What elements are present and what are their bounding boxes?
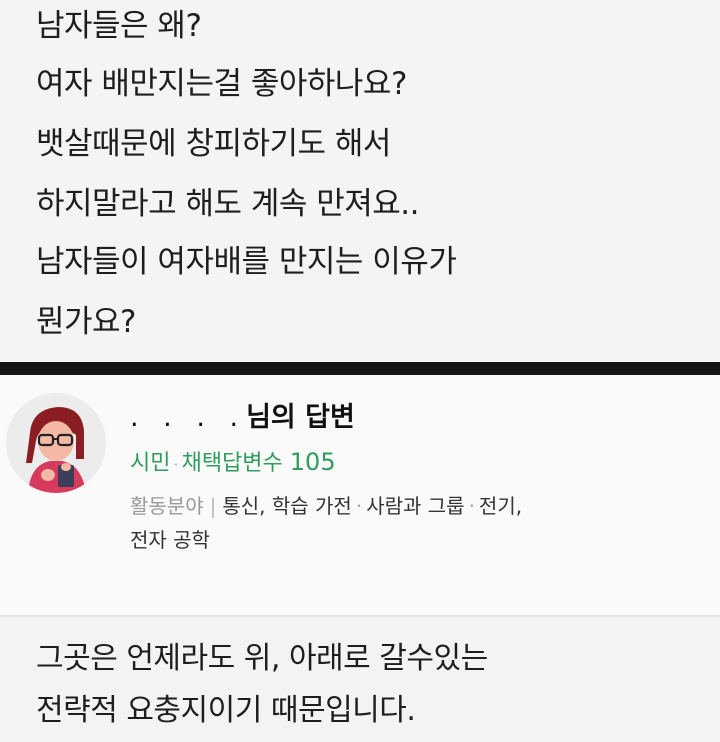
answer-section: 그곳은 언제라도 위, 아래로 갈수있는 전략적 요충지이기 때문입니다. [0, 615, 720, 742]
question-line: 뱃살때문에 창피하기도 해서 [36, 126, 391, 162]
question-line: 여자 배만지는걸 좋아하나요? [36, 66, 407, 102]
activity-fields-label: 활동분야 [130, 494, 204, 518]
adopted-label: 채택답변수 [181, 451, 283, 476]
question-line: 뭔가요? [36, 304, 137, 340]
question-section: 남자들은 왜? 여자 배만지는걸 좋아하나요? 뱃살때문에 창피하기도 해서 하… [0, 0, 720, 362]
activity-field[interactable]: 전자 공학 [130, 528, 210, 552]
answerer-meta: 시민 · 채택답변수 105 [130, 445, 336, 477]
avatar[interactable] [6, 393, 106, 493]
activity-field[interactable]: 통신, 학습 가전 [222, 494, 351, 518]
activity-field[interactable]: 전기, [479, 494, 522, 518]
answer-line: 전략적 요충지이기 때문입니다. [36, 693, 416, 728]
answer-title-suffix: 님의 답변 [246, 402, 355, 433]
fields-separator: | [209, 494, 217, 518]
answer-line: 그곳은 언제라도 위, 아래로 갈수있는 [36, 641, 488, 676]
activity-fields: 활동분야 | 통신, 학습 가전 · 사람과 그룹 · 전기, 전자 공학 [130, 489, 700, 557]
section-divider [0, 362, 720, 375]
question-line: 하지말라고 해도 계속 만져요.. [36, 186, 420, 222]
field-separator: · [468, 494, 475, 518]
avatar-character-icon [6, 393, 106, 493]
rank-badge: 시민 [130, 451, 171, 476]
masked-username: . . . . [130, 402, 247, 433]
question-line: 남자들은 왜? [36, 8, 202, 44]
adopted-count: 105 [289, 448, 336, 476]
meta-separator: · [173, 455, 179, 474]
field-separator: · [355, 494, 363, 518]
activity-field[interactable]: 사람과 그룹 [366, 494, 464, 518]
question-line: 남자들이 여자배를 만지는 이유가 [36, 244, 457, 280]
answerer-name[interactable]: . . . .님의 답변 [130, 395, 355, 434]
answerer-profile: . . . .님의 답변 시민 · 채택답변수 105 활동분야 | 통신, 학습 가전… [0, 375, 720, 615]
